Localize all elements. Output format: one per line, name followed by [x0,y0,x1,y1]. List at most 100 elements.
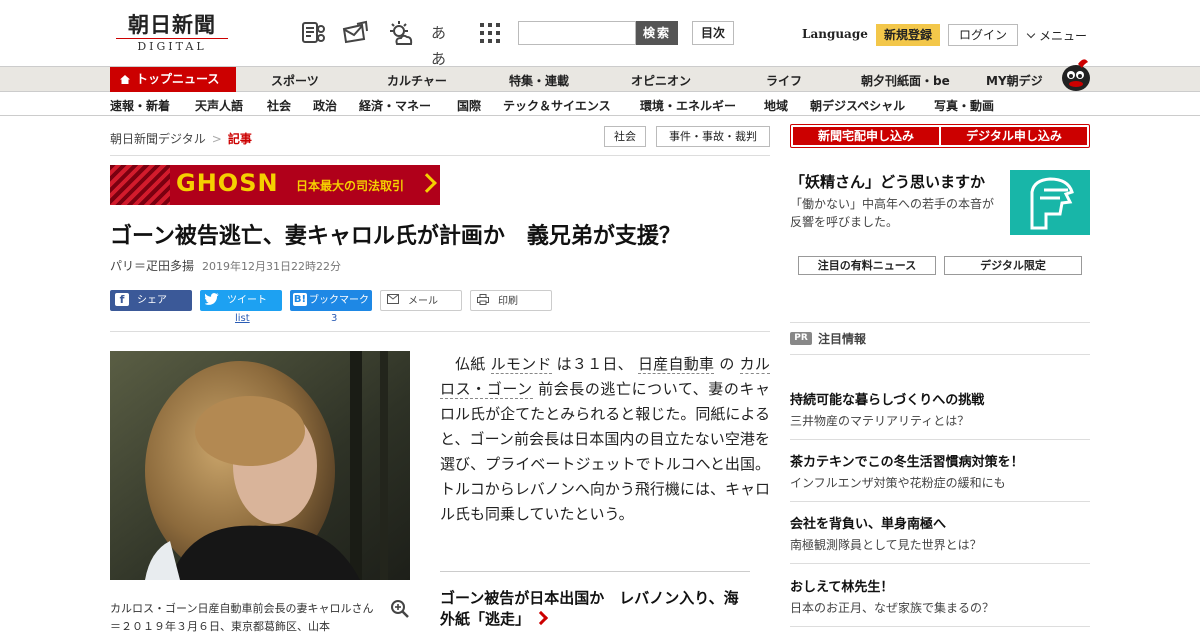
home-icon [120,75,130,84]
zoom-in-icon[interactable] [390,599,410,619]
related-article-link[interactable]: ゴーン被告が日本出国か レバノン入り、海外紙「逃走」 [440,588,740,630]
link-nissan[interactable]: 日産自動車 [637,355,715,374]
hatena-bookmark-button[interactable]: B! ブックマーク [290,290,372,311]
pr-list-item[interactable]: おしえて林先生！ 日本のお正月、なぜ家族で集まるの？ [790,579,1090,627]
twitter-share-button[interactable]: ツイート [200,290,282,311]
nav-tech-science[interactable]: テック＆サイエンス [503,97,611,114]
article-byline: パリ＝疋田多揚 2019年12月31日22時22分 [110,257,341,274]
asahi-logo[interactable]: 朝日新聞 DIGITAL [116,14,228,53]
search-input[interactable] [518,21,636,45]
nav-top-news[interactable]: トップニュース [110,67,236,92]
pr-badge: PR [790,332,812,345]
divider [790,322,1090,323]
nav-society[interactable]: 社会 [267,97,291,114]
article-body: 仏紙 ルモンド は３１日、 日産自動車 の カルロス・ゴーン 前会長の逃亡につい… [440,352,770,527]
subscribe-bar: 新聞宅配申し込み デジタル申し込み [790,124,1090,148]
related-article-title: ゴーン被告が日本出国か レバノン入り、海外紙「逃走」 [440,589,739,628]
promo-text: 「働かない」中高年への若手の本音が反響を呼びました。 [790,197,995,229]
nav-environment[interactable]: 環境・エネルギー [640,97,736,114]
facebook-share-button[interactable]: f シェア [110,290,192,311]
secondary-nav: 速報・新着 天声人語 社会 政治 経済・マネー 国際 テック＆サイエンス 環境・… [0,92,1200,116]
profile-face-icon [1030,177,1074,230]
body-text: 前会長の逃亡について、妻のキャロル氏が企てたとみられると報じた。同紙によると、ゴ… [440,380,770,523]
pr-item-title: 会社を背負い、単身南極へ [790,517,947,532]
arrow-right-icon [533,610,549,626]
subscribe-paper-button[interactable]: 新聞宅配申し込み [793,127,939,145]
ghosn-banner[interactable]: GHOSN 日本最大の司法取引 [110,165,440,205]
pr-list-item[interactable]: 持続可能な暮らしづくりへの挑戦 三井物産のマテリアリティとは？ [790,392,1090,440]
nav-culture[interactable]: カルチャー [387,72,447,89]
nav-paper[interactable]: 朝夕刊紙面・be [861,72,950,89]
nav-opinion[interactable]: オピニオン [631,72,691,89]
pr-list-item[interactable]: 会社を背負い、単身南極へ 南極観測隊員として見た世界とは？ [790,516,1090,564]
nav-regional[interactable]: 地域 [764,97,788,114]
photo-caption: カルロス・ゴーン日産自動車前会長の妻キャロルさん＝２０１９年３月６日、東京都葛飾… [110,602,374,633]
nav-international[interactable]: 国際 [457,97,481,114]
print-label: 印刷 [498,296,518,307]
nav-features[interactable]: 特集・連載 [509,72,569,89]
signup-button[interactable]: 新規登録 [876,24,940,46]
link-lemonde[interactable]: ルモンド [490,355,552,374]
twitter-count-link[interactable]: list [235,313,250,324]
breadcrumb-separator: > [211,132,222,146]
pr-section-title: 注目情報 [818,332,867,346]
banner-illustration [110,165,170,205]
divider [790,354,1090,355]
nav-sports[interactable]: スポーツ [271,72,319,89]
pr-item-title: おしえて林先生！ [790,580,894,595]
twitter-icon [204,292,219,306]
subscribe-digital-button[interactable]: デジタル申し込み [941,127,1087,145]
article-headline: ゴーン被告逃亡、妻キャロル氏が計画か 義兄弟が支援？ [110,224,681,249]
banner-subtitle: 日本最大の司法取引 [296,179,405,193]
facebook-icon: f [115,292,129,306]
menu-button[interactable]: メニュー [1026,27,1087,44]
apps-grid-icon[interactable] [477,20,503,46]
print-button[interactable]: 印刷 [470,290,552,311]
primary-nav: トップニュース スポーツ カルチャー 特集・連載 オピニオン ライフ 朝夕刊紙面… [0,66,1200,92]
index-button[interactable]: 目次 [692,21,734,45]
logo-english: DIGITAL [116,38,228,53]
hatena-count[interactable]: 3 [331,313,337,324]
mail-share-button[interactable]: メール [380,290,462,311]
news-icon[interactable] [301,20,327,46]
nav-life[interactable]: ライフ [766,72,802,89]
divider [440,571,750,572]
login-button[interactable]: ログイン [948,24,1018,46]
breadcrumb-home[interactable]: 朝日新聞デジタル [110,132,206,146]
nav-special[interactable]: 朝デジスペシャル [810,97,905,114]
language-link[interactable]: Language [802,27,868,41]
breadcrumb: 朝日新聞デジタル > 記事 [110,130,252,147]
mascot-icon[interactable] [1058,56,1092,92]
promo-title[interactable]: 「妖精さん」どう思いますか [790,171,985,192]
breadcrumb-current: 記事 [227,132,252,146]
nav-my-asadigi[interactable]: MY朝デジ [986,72,1043,89]
tag-incidents[interactable]: 事件・事故・裁判 [656,126,770,147]
site-header: 朝日新聞 DIGITAL ああ 検索 目次 Language 新規登録 ログイン… [0,0,1200,68]
tab-digital-only[interactable]: デジタル限定 [944,256,1082,275]
pr-item-subtitle: 三井物産のマテリアリティとは？ [790,414,970,428]
mail-share-label: メール [408,296,438,307]
weather-icon[interactable] [387,20,413,46]
nav-photo-video[interactable]: 写真・動画 [934,97,994,114]
nav-tenseijingo[interactable]: 天声人語 [195,97,243,114]
tag-society[interactable]: 社会 [604,126,646,147]
search-button[interactable]: 検索 [636,21,678,45]
body-text-start: 仏紙 [455,355,486,373]
pr-list-item[interactable]: 茶カテキンでこの冬生活習慣病対策を！ インフルエンザ対策や花粉症の緩和にも [790,454,1090,502]
article-date: 2019年12月31日22時22分 [202,260,341,273]
promo-image[interactable] [1010,170,1090,235]
nav-economy[interactable]: 経済・マネー [359,97,431,114]
divider [110,331,770,332]
chevron-right-icon [417,173,437,193]
facebook-share-label: シェア [137,295,167,306]
pr-item-subtitle: インフルエンザ対策や花粉症の緩和にも [790,476,1006,490]
pr-item-subtitle: 日本のお正月、なぜ家族で集まるの？ [790,601,995,615]
tab-paid-news[interactable]: 注目の有料ニュース [798,256,936,275]
article-photo[interactable] [110,351,410,580]
hatena-label: ブックマーク [309,295,369,306]
nav-top-news-label: トップニュース [136,72,220,86]
nav-politics[interactable]: 政治 [313,97,337,114]
nav-latest[interactable]: 速報・新着 [110,97,170,114]
font-size-icon[interactable]: ああ [431,20,457,68]
mail-icon[interactable] [342,20,368,46]
